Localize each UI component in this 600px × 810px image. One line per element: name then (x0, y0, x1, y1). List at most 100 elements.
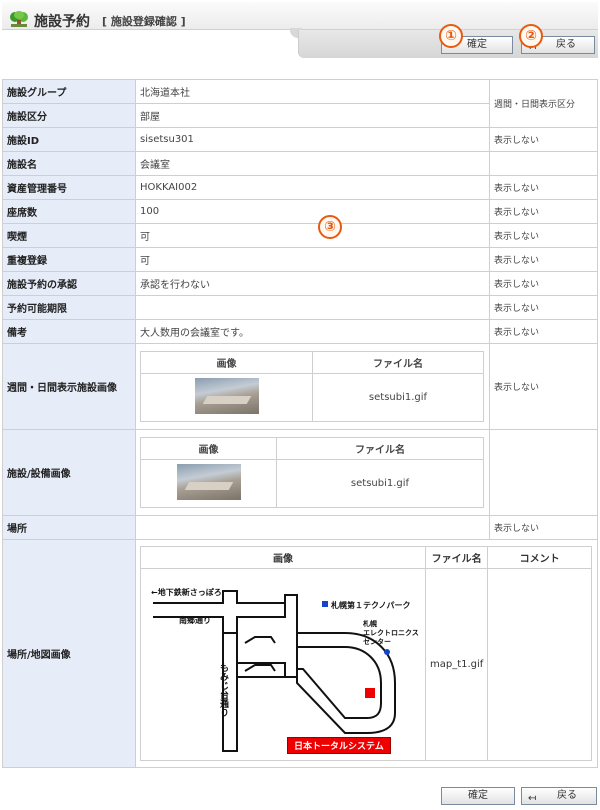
row-display: 表示しない (488, 515, 599, 540)
column-header-comment: コメント (487, 546, 592, 569)
facility-thumbnail[interactable] (194, 378, 259, 414)
row-display: 表示しない (488, 343, 599, 430)
display-type-header: 週間・日間表示区分 (488, 79, 599, 128)
row-label: 施設グループ (2, 79, 136, 104)
table-row: 施設ID sisetsu301 表示しない (2, 127, 599, 152)
image-cell: ←地下鉄新さっぽろ 南郷通り 札幌第１テクノパーク 札幌 エレクトロニクス セン… (140, 568, 426, 761)
row-value: 北海道本社 (135, 79, 490, 104)
filename-cell: setsubi1.gif (312, 373, 484, 422)
row-value: 可 (135, 247, 490, 272)
facility-details-table: 施設グループ 北海道本社 週間・日間表示区分 施設区分 部屋 施設ID sise… (2, 79, 599, 768)
company-location-marker-icon (365, 687, 375, 698)
callout-badge-2: ② (519, 24, 543, 48)
top-toolbar: 確定 ↤ 戻る ① ② (298, 24, 598, 58)
page-subtitle: [ 施設登録確認 ] (102, 15, 186, 28)
callout-badge-3: ③ (318, 215, 342, 239)
technopark-marker-icon (322, 600, 328, 607)
row-label: 場所 (2, 515, 136, 540)
row-value: 画像 ファイル名 setsubi1.gif (135, 343, 490, 430)
bottom-toolbar: 確定 ↤ 戻る (0, 786, 600, 806)
row-display: 表示しない (488, 223, 599, 248)
map-image-table: 画像 ファイル名 コメント ←地下鉄新さっぽろ 南郷通り 札幌第１テクノパーク … (140, 546, 592, 761)
table-row: 週間・日間表示施設画像 画像 ファイル名 setsubi1.gif 表示しない (2, 343, 599, 430)
table-row: 重複登録 可 表示しない (2, 247, 599, 272)
row-label: 喫煙 (2, 223, 136, 248)
filename-cell: map_t1.gif (424, 568, 489, 761)
row-display: 表示しない (488, 199, 599, 224)
back-button-label: 戻る (556, 39, 576, 50)
facility-tree-icon (10, 11, 28, 27)
row-value: 大人数用の会議室です。 (135, 319, 490, 344)
page-title: 施設予約 (34, 14, 90, 30)
equipment-thumbnail[interactable] (176, 464, 241, 500)
image-cell (140, 373, 313, 422)
row-label: 週間・日間表示施設画像 (2, 343, 136, 430)
column-header-filename: ファイル名 (312, 351, 484, 374)
row-label: 施設ID (2, 127, 136, 152)
comment-cell (487, 568, 592, 761)
row-value: sisetsu301 (135, 127, 490, 152)
row-value: 会議室 (135, 151, 490, 176)
equipment-image-table: 画像 ファイル名 setsubi1.gif (140, 437, 484, 508)
column-header-filename: ファイル名 (276, 437, 484, 460)
row-display (488, 429, 599, 516)
row-label: 重複登録 (2, 247, 136, 272)
row-value: 画像 ファイル名 コメント ←地下鉄新さっぽろ 南郷通り 札幌第１テクノパーク … (135, 539, 598, 768)
confirm-button-label: 確定 (468, 790, 488, 801)
column-header-image: 画像 (140, 437, 277, 460)
row-label: 施設区分 (2, 103, 136, 128)
table-row: 施設グループ 北海道本社 週間・日間表示区分 (2, 79, 599, 128)
back-button-bottom[interactable]: ↤ 戻る (521, 787, 597, 805)
map-label-electronics-3: センター (363, 637, 391, 646)
column-header-filename: ファイル名 (424, 546, 489, 569)
row-value: HOKKAI002 (135, 175, 490, 200)
row-label: 資産管理番号 (2, 175, 136, 200)
image-cell (140, 459, 277, 508)
callout-badge-1: ① (439, 24, 463, 48)
row-display: 表示しない (488, 271, 599, 296)
row-label: 施設予約の承認 (2, 271, 136, 296)
table-row: 場所/地図画像 画像 ファイル名 コメント ←地下鉄新さっぽろ 南郷通り 札幌第… (2, 539, 598, 768)
row-label: 施設名 (2, 151, 136, 176)
electronics-marker-icon (384, 648, 390, 655)
row-label: 施設/設備画像 (2, 429, 136, 516)
map-label-momiji: もみじ台通り (218, 662, 228, 717)
column-header-image: 画像 (140, 546, 426, 569)
row-value: 部屋 (135, 103, 490, 128)
weekly-image-table: 画像 ファイル名 setsubi1.gif (140, 351, 484, 422)
row-display: 表示しない (488, 175, 599, 200)
table-row: 備考 大人数用の会議室です。 表示しない (2, 319, 599, 344)
table-row: 施設/設備画像 画像 ファイル名 setsubi1.gif (2, 429, 599, 516)
table-row: 喫煙 可 表示しない (2, 223, 599, 248)
row-label: 予約可能期限 (2, 295, 136, 320)
row-value: 100 (135, 199, 490, 224)
confirm-button-bottom[interactable]: 確定 (441, 787, 515, 805)
row-value: 可 (135, 223, 490, 248)
row-display (488, 151, 599, 176)
row-value: 画像 ファイル名 setsubi1.gif (135, 429, 490, 516)
table-row: 予約可能期限 表示しない (2, 295, 599, 320)
return-arrow-icon: ↤ (528, 793, 537, 804)
table-row: 資産管理番号 HOKKAI002 表示しない (2, 175, 599, 200)
table-row: 施設名 会議室 (2, 151, 599, 176)
map-label-subway: ←地下鉄新さっぽろ (151, 587, 222, 597)
row-value (135, 515, 490, 540)
row-value: 承認を行わない (135, 271, 490, 296)
table-row: 場所 表示しない (2, 515, 599, 540)
row-value (135, 295, 490, 320)
column-header-image: 画像 (140, 351, 313, 374)
row-label: 座席数 (2, 199, 136, 224)
map-label-company: 日本トータルシステム (287, 736, 391, 754)
location-map[interactable]: ←地下鉄新さっぽろ 南郷通り 札幌第１テクノパーク 札幌 エレクトロニクス セン… (145, 573, 421, 757)
back-button-label: 戻る (557, 790, 577, 801)
title-bar: 施設予約 [ 施設登録確認 ] (2, 2, 598, 30)
row-display: 表示しない (488, 295, 599, 320)
row-label: 備考 (2, 319, 136, 344)
map-label-technopark: 札幌第１テクノパーク (331, 600, 411, 610)
row-display: 表示しない (488, 127, 599, 152)
table-row: 施設予約の承認 承認を行わない 表示しない (2, 271, 599, 296)
filename-cell: setsubi1.gif (276, 459, 484, 508)
row-display: 表示しない (488, 319, 599, 344)
confirm-button-label: 確定 (467, 39, 487, 50)
row-display: 表示しない (488, 247, 599, 272)
